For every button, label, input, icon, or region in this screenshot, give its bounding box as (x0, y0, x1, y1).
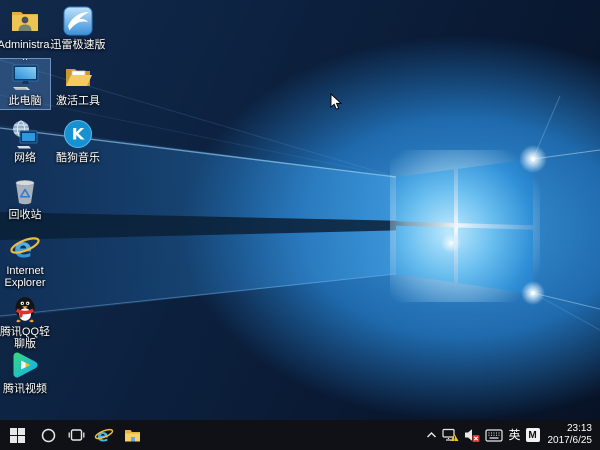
desktop-icon-tencent-qq[interactable]: 腾讯QQ轻聊版 (0, 290, 50, 352)
desktop-icon-internet-explorer[interactable]: e Internet Explorer (0, 229, 50, 291)
kugou-icon: K (62, 118, 94, 150)
icon-label: 回收站 (0, 209, 53, 221)
thunder-bird-icon (62, 5, 94, 37)
desktop-icon-tencent-video[interactable]: 腾讯视频 (0, 347, 50, 397)
user-folder-icon (9, 5, 41, 37)
desktop-icon-administrator[interactable]: Administra... (0, 3, 50, 65)
desktop-icon-recycle-bin[interactable]: 回收站 (0, 173, 50, 223)
open-folder-icon (62, 61, 94, 93)
windows-logo-icon (10, 428, 25, 443)
internet-explorer-icon: e (94, 425, 114, 445)
internet-explorer-icon: e (9, 231, 41, 263)
tray-ime-language[interactable]: 英 (508, 420, 520, 450)
network-icon (9, 118, 41, 150)
clock-date: 2017/6/25 (548, 435, 593, 447)
cortana-button[interactable] (34, 420, 62, 450)
desktop-icon-activation-tools[interactable]: 激活工具 (53, 59, 103, 109)
task-view-icon (68, 428, 85, 442)
icon-label: 腾讯视频 (0, 383, 53, 395)
cortana-circle-icon (41, 428, 56, 443)
svg-text:e: e (97, 425, 108, 445)
tray-touch-keyboard[interactable] (485, 420, 503, 450)
desktop-icon-this-pc[interactable]: 此电脑 (0, 59, 50, 109)
tray-network-status[interactable] (442, 420, 459, 450)
network-warning-icon (442, 428, 459, 443)
taskbar: e (0, 420, 600, 450)
tray-show-hidden-icons[interactable] (426, 420, 437, 450)
speaker-muted-icon (464, 428, 480, 442)
taskbar-internet-explorer[interactable]: e (90, 420, 118, 450)
desktop-icon-network[interactable]: 网络 (0, 116, 50, 166)
tray-ime-mode[interactable]: M (526, 420, 540, 450)
taskbar-left: e (0, 420, 146, 450)
keyboard-icon (485, 429, 503, 442)
icon-label: 激活工具 (50, 95, 106, 107)
mouse-cursor (330, 93, 342, 111)
icon-label: 酷狗音乐 (50, 152, 106, 164)
desktop-icon-thunder-speed[interactable]: 迅雷极速版 (53, 3, 103, 53)
desktop-icon-kugou-music[interactable]: K 酷狗音乐 (53, 116, 103, 166)
svg-text:K: K (72, 125, 85, 144)
qq-penguin-icon (9, 292, 41, 324)
ime-mode-badge: M (526, 428, 540, 442)
system-tray: 英 M 23:13 2017/6/25 (426, 420, 600, 450)
taskbar-file-explorer[interactable] (118, 420, 146, 450)
computer-icon (9, 61, 41, 93)
start-button[interactable] (0, 420, 34, 450)
icon-label: 此电脑 (0, 95, 53, 107)
file-explorer-icon (124, 428, 141, 443)
tencent-video-icon (9, 349, 41, 381)
windows-desktop: Administra... 迅雷极速版 此电脑 激活工具 (0, 0, 600, 450)
clock-time: 23:13 (567, 423, 592, 435)
icon-label: 网络 (0, 152, 53, 164)
icon-label: 迅雷极速版 (50, 39, 106, 51)
task-view-button[interactable] (62, 420, 90, 450)
tray-volume-muted[interactable] (464, 420, 480, 450)
recycle-bin-icon (9, 175, 41, 207)
chevron-up-icon (426, 430, 437, 440)
icon-label: Internet Explorer (0, 265, 53, 289)
tray-clock[interactable]: 23:13 2017/6/25 (545, 423, 596, 447)
